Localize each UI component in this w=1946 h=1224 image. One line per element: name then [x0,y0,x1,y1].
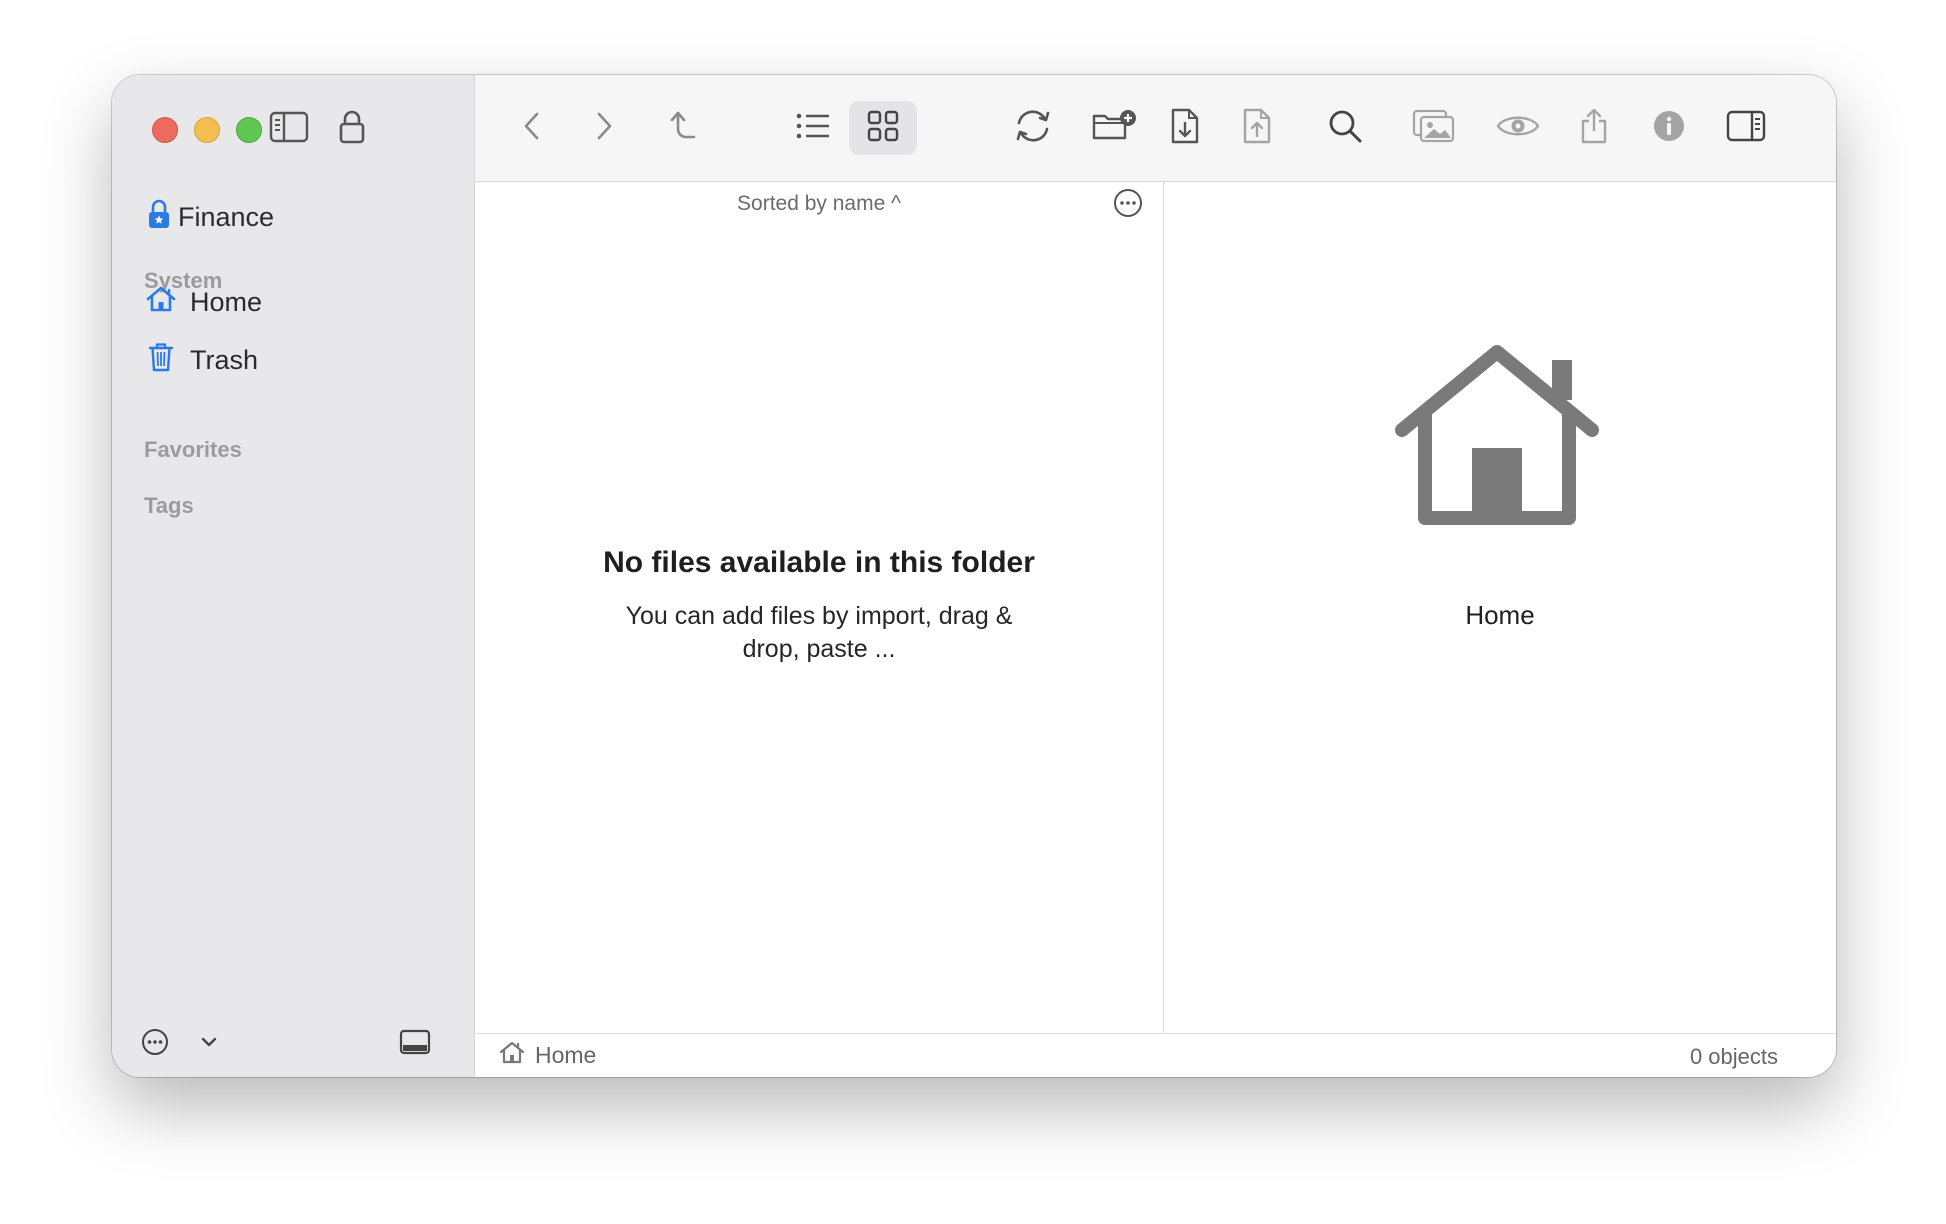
sort-selector[interactable]: Sorted by name ^ [475,192,1163,216]
parent-folder-icon [667,109,697,148]
export-icon [1242,107,1272,150]
house-icon [146,285,176,320]
close-button[interactable] [152,117,178,143]
grid-view-icon [867,110,899,147]
photos-icon [1412,108,1456,149]
parent-folder-button[interactable] [655,101,709,155]
quick-look-button[interactable] [1491,101,1545,155]
sidebar-item-label: Trash [190,345,259,375]
object-count: 0 objects [1689,1044,1778,1069]
sidebar-item-trash[interactable]: Trash [146,341,258,380]
sidebar-item-label: Home [190,287,263,317]
list-view-icon [795,112,831,145]
minimize-button[interactable] [194,117,220,143]
back-icon [522,110,542,147]
preview-pane: Home [1164,182,1836,1034]
file-list-pane[interactable]: Sorted by name ^ No files available in t… [475,182,1164,1034]
sidebar-toggle-icon[interactable] [266,107,312,147]
app-window: Finance System Home Trash Favorites Tags [112,75,1836,1077]
toolbar [475,75,1836,182]
status-bar: Home 0 objects [475,1033,1836,1077]
new-folder-button[interactable] [1088,101,1142,155]
info-icon [1652,109,1686,148]
list-options-button[interactable] [1113,188,1143,223]
grid-view-button[interactable] [849,101,917,155]
sidebar: Finance System Home Trash Favorites Tags [112,75,475,1077]
photos-button[interactable] [1407,101,1461,155]
new-folder-icon [1091,108,1139,149]
lock-vault-icon[interactable] [332,105,372,149]
forward-icon [594,110,614,147]
vault-item[interactable]: Finance [148,199,274,236]
forward-button[interactable] [577,101,631,155]
search-icon [1327,108,1363,149]
more-options-icon[interactable] [138,1025,172,1059]
zoom-button[interactable] [236,117,262,143]
path-label: Home [535,1041,597,1068]
share-button[interactable] [1567,101,1621,155]
path-bar[interactable]: Home [499,1040,596,1070]
import-icon [1170,107,1200,150]
refresh-icon [1012,107,1054,150]
share-icon [1579,107,1609,150]
refresh-button[interactable] [1006,101,1060,155]
empty-state-title: No files available in this folder [603,546,1035,579]
house-preview-icon [1392,342,1602,537]
quick-look-icon [1495,112,1541,145]
export-button[interactable] [1230,101,1284,155]
inspector-toggle-button[interactable] [1719,101,1773,155]
lock-icon [148,199,170,236]
section-favorites[interactable]: Favorites [144,437,242,463]
bottom-panel-toggle-icon[interactable] [396,1025,434,1059]
ellipsis-circle-icon [1113,189,1143,222]
house-icon [499,1040,525,1070]
empty-state-subtitle: You can add files by import, drag & drop… [625,602,1013,663]
vault-label: Finance [178,202,275,232]
trash-icon [146,341,176,380]
list-view-button[interactable] [786,101,840,155]
sidebar-item-home[interactable]: Home [146,285,262,320]
import-button[interactable] [1158,101,1212,155]
search-button[interactable] [1318,101,1372,155]
back-button[interactable] [505,101,559,155]
window-controls [152,117,262,143]
inspector-toggle-icon [1726,110,1766,147]
chevron-down-icon[interactable] [194,1027,224,1057]
section-tags[interactable]: Tags [144,493,194,519]
preview-label: Home [1465,600,1535,630]
info-button[interactable] [1642,101,1696,155]
